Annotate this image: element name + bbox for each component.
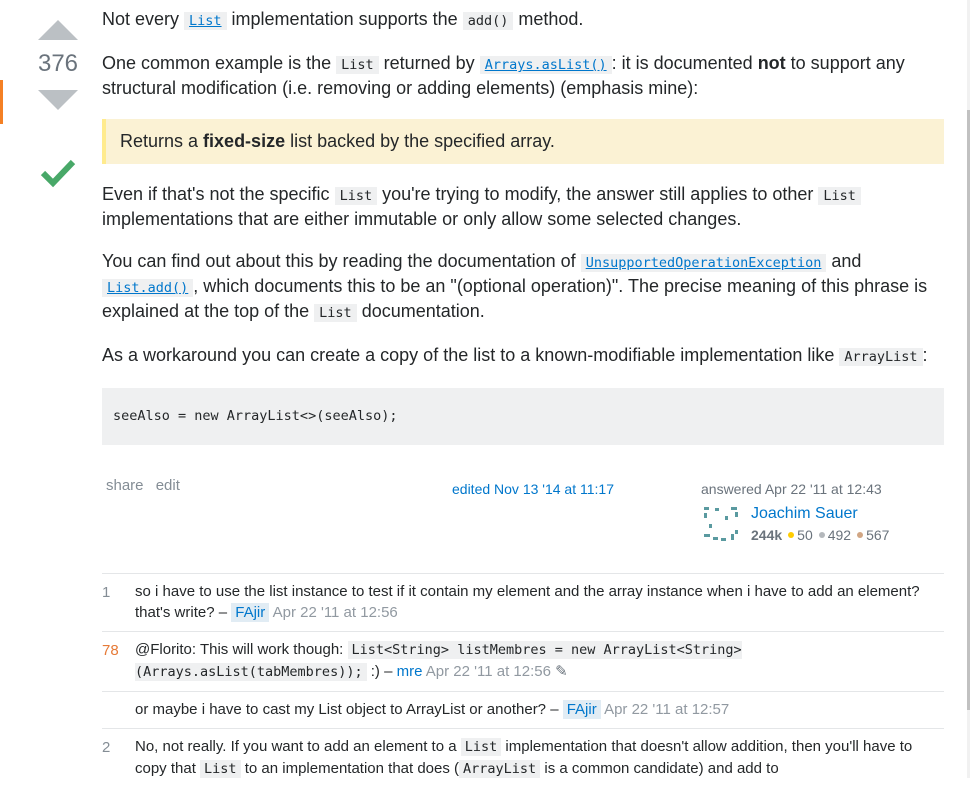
comment-score: 2 xyxy=(102,739,111,756)
active-indicator xyxy=(0,80,3,124)
gold-badge-icon xyxy=(788,532,795,538)
comment-date[interactable]: Apr 22 '11 at 12:56 xyxy=(426,663,551,680)
text: returned by xyxy=(378,53,480,73)
comment-date[interactable]: Apr 22 '11 at 12:57 xyxy=(604,701,729,718)
comment-score: 78 xyxy=(102,642,119,659)
comment-body: so i have to use the list instance to te… xyxy=(135,574,944,631)
comment-body: or maybe i have to cast my List object t… xyxy=(135,692,944,728)
inline-code: ArrayList xyxy=(459,760,541,778)
paragraph: Even if that's not the specific List you… xyxy=(102,183,944,231)
bronze-badge-icon xyxy=(857,532,864,538)
comments-list: 1 so i have to use the list instance to … xyxy=(102,573,944,788)
comment: 78 @Florito: This will work though: List… xyxy=(102,631,944,691)
comment-date[interactable]: Apr 22 '11 at 12:56 xyxy=(273,604,398,621)
comment-score: 1 xyxy=(102,584,111,601)
upvote-button[interactable] xyxy=(38,20,78,40)
list-code-link[interactable]: List xyxy=(184,9,227,30)
inline-code: add() xyxy=(462,12,514,30)
answer-body: Not every List implementation supports t… xyxy=(102,8,944,464)
arrays-aslist-link[interactable]: Arrays.asList() xyxy=(479,53,612,74)
text: documentation. xyxy=(356,301,485,321)
text: Even if that's not the specific xyxy=(102,184,335,204)
inline-code: List xyxy=(818,187,861,205)
reputation-score: 244k xyxy=(751,527,783,543)
user-name[interactable]: Joachim Sauer xyxy=(751,505,858,523)
text: As a workaround you can create a copy of… xyxy=(102,345,840,365)
vote-panel: 376 xyxy=(36,20,80,110)
text: : it is documented xyxy=(611,53,758,73)
comment-user[interactable]: FAjir xyxy=(231,603,270,622)
answered-timestamp: answered Apr 22 '11 at 12:43 xyxy=(701,481,882,497)
edited-timestamp[interactable]: edited Nov 13 '14 at 11:17 xyxy=(452,481,614,497)
user-reputation: 244k 50 492 567 xyxy=(751,527,889,543)
post-menu: share edit xyxy=(106,477,188,494)
comment: 1 so i have to use the list instance to … xyxy=(102,573,944,631)
blockquote: Returns a fixed-size list backed by the … xyxy=(102,119,944,164)
accepted-check-icon xyxy=(40,158,76,193)
text: Returns a xyxy=(120,131,204,151)
inline-code: List xyxy=(460,738,502,756)
inline-code: List xyxy=(200,760,241,778)
comment-user[interactable]: mre xyxy=(397,663,423,680)
inline-code: ArrayList xyxy=(839,348,923,366)
silver-badge-icon xyxy=(818,532,825,538)
text: implementation supports the xyxy=(226,9,463,29)
text: you're trying to modify, the answer stil… xyxy=(377,184,819,204)
inline-code[interactable]: UnsupportedOperationException xyxy=(580,254,827,272)
paragraph: One common example is the List returned … xyxy=(102,52,944,100)
comment-body: @Florito: This will work though: List<St… xyxy=(135,632,944,691)
inline-code[interactable]: List.add() xyxy=(102,279,194,297)
comment-text: No, not really. If you want to add an el… xyxy=(135,738,461,755)
comment: 2 No, not really. If you want to add an … xyxy=(102,728,944,788)
bronze-badge-count: 567 xyxy=(866,527,890,543)
inline-code: List xyxy=(314,304,357,322)
edit-link[interactable]: edit xyxy=(156,477,180,494)
text: method. xyxy=(513,9,584,29)
gold-badge-count: 50 xyxy=(797,527,813,543)
inline-code[interactable]: List xyxy=(184,12,227,30)
paragraph: As a workaround you can create a copy of… xyxy=(102,344,944,369)
inline-code: List xyxy=(334,187,378,205)
silver-badge-count: 492 xyxy=(827,527,852,543)
code-block: seeAlso = new ArrayList<>(seeAlso); xyxy=(102,388,944,445)
comment-body: No, not really. If you want to add an el… xyxy=(135,729,944,788)
emphasis: fixed-size xyxy=(203,131,286,151)
inline-code: List xyxy=(336,56,379,74)
comment-text: is a common candidate) and add to xyxy=(540,760,779,777)
comment-text: or maybe i have to cast my List object t… xyxy=(135,701,563,718)
text: You can find out about this by reading t… xyxy=(102,251,581,271)
text: , which documents this to be an "(option… xyxy=(102,276,928,321)
list-add-link[interactable]: List.add() xyxy=(102,276,194,297)
comment-user[interactable]: FAjir xyxy=(562,700,601,719)
comment: or maybe i have to cast my List object t… xyxy=(102,691,944,728)
avatar[interactable] xyxy=(701,504,741,544)
comment-text: :) – xyxy=(366,663,397,680)
text: : xyxy=(922,345,928,365)
text: One common example is the xyxy=(102,53,337,73)
share-link[interactable]: share xyxy=(106,477,144,494)
unsupported-operation-link[interactable]: UnsupportedOperationException xyxy=(580,251,827,272)
pencil-icon: ✎ xyxy=(555,663,568,680)
text: and xyxy=(826,251,862,271)
text: list backed by the specified array. xyxy=(285,131,555,151)
paragraph: You can find out about this by reading t… xyxy=(102,250,944,325)
paragraph: Not every List implementation supports t… xyxy=(102,8,944,33)
text: implementations that are either immutabl… xyxy=(102,209,742,229)
vote-count: 376 xyxy=(37,50,79,77)
comment-text: to an implementation that does ( xyxy=(240,760,460,777)
emphasis: not xyxy=(757,53,786,73)
inline-code[interactable]: Arrays.asList() xyxy=(479,56,612,74)
downvote-button[interactable] xyxy=(38,90,78,110)
comment-text: @Florito: This will work though: xyxy=(135,641,348,658)
text: Not every xyxy=(102,9,185,29)
